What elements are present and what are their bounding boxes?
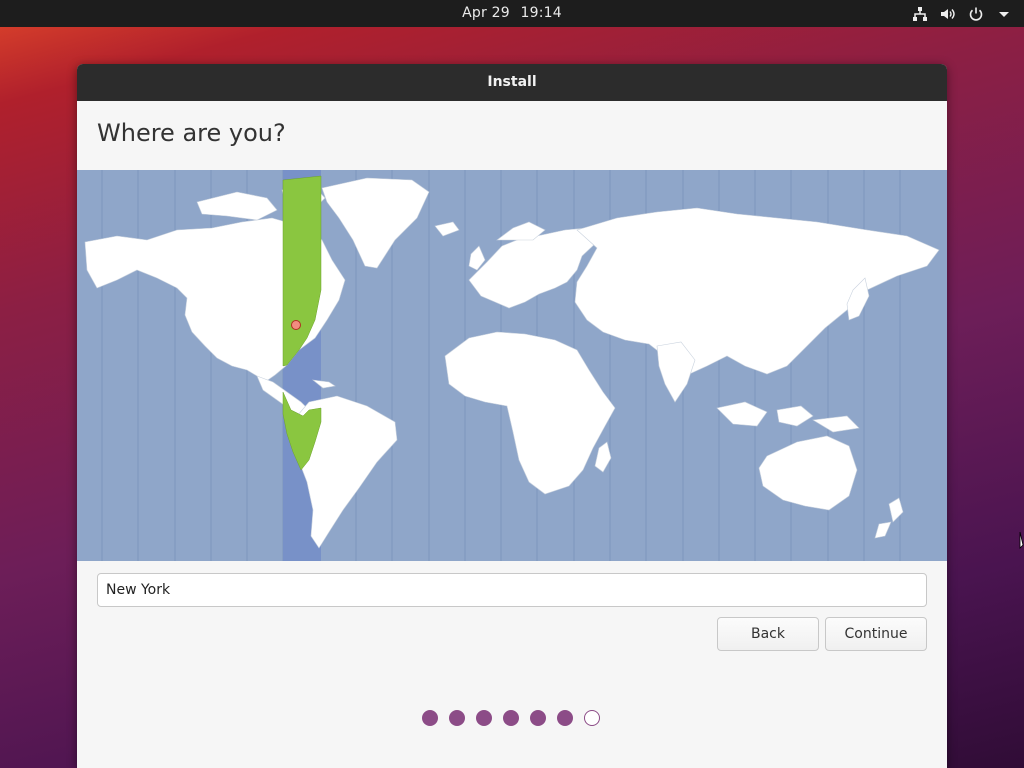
- progress-dot: [557, 710, 573, 726]
- network-icon[interactable]: [912, 6, 928, 22]
- volume-icon[interactable]: [940, 6, 956, 22]
- progress-dot: [530, 710, 546, 726]
- progress-dot: [422, 710, 438, 726]
- installer-window: Install Where are you? New York Back Con…: [77, 64, 947, 768]
- page-title: Where are you?: [97, 119, 286, 147]
- continents: [84, 177, 940, 549]
- location-field[interactable]: New York: [97, 573, 927, 607]
- timezone-map[interactable]: [77, 170, 947, 561]
- progress-dot: [449, 710, 465, 726]
- back-button[interactable]: Back: [717, 617, 819, 651]
- clock-time: 19:14: [520, 5, 562, 21]
- progress-dots: [422, 710, 600, 726]
- clock-date: Apr 29: [462, 5, 510, 21]
- menu-arrow-icon[interactable]: [996, 6, 1012, 22]
- clock[interactable]: Apr 29 19:14: [0, 0, 1024, 27]
- progress-dot: [476, 710, 492, 726]
- system-tray[interactable]: [912, 0, 1012, 27]
- power-icon[interactable]: [968, 6, 984, 22]
- city-marker[interactable]: [291, 320, 301, 330]
- progress-dot: [503, 710, 519, 726]
- window-title: Install: [77, 64, 947, 101]
- progress-dot-current: [584, 710, 600, 726]
- top-bar: Apr 29 19:14: [0, 0, 1024, 27]
- mouse-cursor-icon: [1019, 532, 1024, 549]
- continue-button[interactable]: Continue: [825, 617, 927, 651]
